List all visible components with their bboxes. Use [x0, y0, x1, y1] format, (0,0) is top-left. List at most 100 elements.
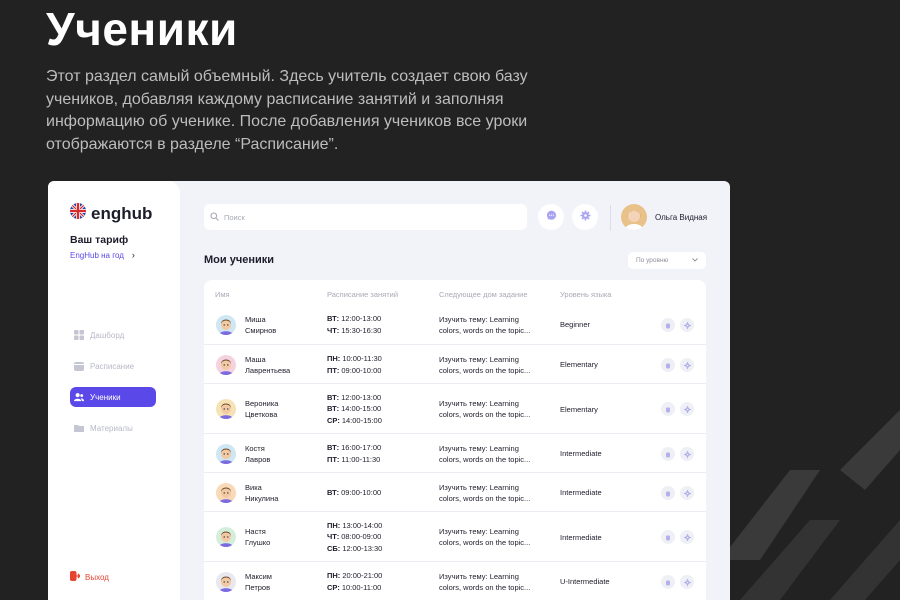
- user-name: Ольга Видная: [655, 213, 708, 222]
- archive-button[interactable]: [661, 484, 675, 502]
- student-settings-button[interactable]: [680, 317, 694, 332]
- page-headline: Ученики: [46, 3, 238, 55]
- archive-button[interactable]: [661, 530, 675, 544]
- sidebar-nav: Дашборд Расписание Ученики Материалы: [70, 325, 156, 449]
- archive-icon: [665, 528, 671, 546]
- student-last-name: Лаврентьева: [245, 365, 291, 375]
- student-schedule: ВТ: 12:00-13:00 ВТ: 14:00-15:00 СР: 14:00-15:…: [327, 392, 382, 427]
- schedule-day: ВТ:: [327, 404, 340, 414]
- gear-icon: [683, 573, 691, 591]
- student-last-name: Лавров: [245, 454, 271, 464]
- topbar-divider: [610, 205, 611, 231]
- schedule-entry: ПН: 10:00-11:30: [327, 353, 382, 365]
- table-header: Имя Расписание занятий Следующее дом зад…: [204, 290, 706, 302]
- table-row[interactable]: Настя Глушко ПН: 13:00-14:00 ЧТ: 08:00-09:00 С…: [204, 511, 706, 561]
- student-name[interactable]: Костя Лавров: [245, 443, 270, 465]
- logout-button[interactable]: Выход: [70, 571, 109, 583]
- table-row[interactable]: Миша Смирнов ВТ: 12:00-13:00 ЧТ: 15:30-16:30 И…: [204, 305, 706, 344]
- student-level: Intermediate: [560, 488, 602, 497]
- schedule-time: 10:00-11:00: [341, 582, 382, 592]
- archive-icon: [665, 356, 671, 374]
- student-name[interactable]: Маша Лаврентьева: [245, 354, 290, 376]
- table-row[interactable]: Вероника Цветкова ВТ: 12:00-13:00 ВТ: 14:00-1…: [204, 383, 706, 433]
- table-row[interactable]: Костя Лавров ВТ: 16:00-17:00 ПТ: 11:00-11:30 И…: [204, 433, 706, 472]
- plan-link[interactable]: EngHub на год ›: [70, 250, 135, 260]
- schedule-time: 14:00-15:00: [341, 404, 382, 414]
- decorative-arrows: [720, 410, 900, 600]
- table-row[interactable]: Вика Никулина ВТ: 09:00-10:00 Изучить тему: …: [204, 472, 706, 511]
- homework-line: Изучить тему: Learning: [439, 399, 519, 408]
- student-homework: Изучить тему: Learning colors, words on t…: [439, 482, 530, 504]
- schedule-entry: ВТ: 12:00-13:00: [327, 392, 382, 404]
- schedule-time: 10:00-11:30: [342, 354, 382, 363]
- student-settings-button[interactable]: [680, 573, 694, 591]
- archive-button[interactable]: [661, 356, 675, 374]
- homework-line: colors, words on the topic...: [439, 454, 531, 464]
- sidebar-item-schedule[interactable]: Расписание: [70, 356, 156, 376]
- settings-button[interactable]: [572, 204, 598, 230]
- sidebar-item-dashboard[interactable]: Дашборд: [70, 325, 156, 345]
- homework-line: colors, words on the topic...: [439, 325, 531, 335]
- student-name[interactable]: Вероника Цветкова: [245, 398, 278, 420]
- schedule-time: 15:30-16:30: [341, 325, 382, 335]
- table-row[interactable]: Максим Петров ПН: 20:00-21:00 СР: 10:00-11:00…: [204, 561, 706, 600]
- student-last-name: Никулина: [245, 493, 279, 503]
- student-avatar: [216, 314, 236, 335]
- student-avatar: [216, 482, 236, 503]
- homework-line: colors, words on the topic...: [439, 493, 531, 503]
- student-settings-button[interactable]: [680, 485, 694, 500]
- student-settings-button[interactable]: [680, 357, 694, 372]
- students-table: Имя Расписание занятий Следующее дом зад…: [204, 280, 706, 600]
- archive-button[interactable]: [661, 317, 675, 332]
- dashboard-icon: [74, 330, 84, 340]
- schedule-day: ПН:: [327, 520, 341, 530]
- student-homework: Изучить тему: Learning colors, words on t…: [439, 571, 530, 593]
- student-name[interactable]: Максим Петров: [245, 571, 272, 593]
- chat-button[interactable]: [538, 204, 564, 230]
- student-first-name: Вероника: [245, 399, 279, 408]
- schedule-entry: ПТ: 11:00-11:30: [327, 454, 381, 466]
- archive-button[interactable]: [661, 574, 675, 589]
- schedule-time: 08:00-09:00: [341, 532, 382, 542]
- table-row[interactable]: Маша Лаврентьева ПН: 10:00-11:30 ПТ: 09:00-10…: [204, 344, 706, 383]
- user-avatar[interactable]: [621, 204, 647, 230]
- student-name[interactable]: Миша Смирнов: [245, 314, 276, 336]
- student-name[interactable]: Настя Глушко: [245, 526, 270, 548]
- level-filter-select[interactable]: По уровню: [628, 252, 706, 269]
- logo[interactable]: enghub: [70, 203, 152, 224]
- archive-button[interactable]: [661, 446, 675, 461]
- schedule-day: ПТ:: [327, 454, 340, 464]
- chevron-right-icon: ›: [131, 250, 135, 260]
- student-level: Beginner: [560, 320, 591, 329]
- logout-label: Выход: [85, 572, 109, 582]
- student-first-name: Настя: [245, 527, 266, 536]
- archive-icon: [665, 484, 671, 502]
- student-name[interactable]: Вика Никулина: [245, 482, 278, 504]
- student-avatar: [216, 399, 236, 419]
- section-title: Мои ученики: [204, 254, 274, 266]
- student-schedule: ВТ: 12:00-13:00 ЧТ: 15:30-16:30: [327, 313, 381, 336]
- schedule-entry: ВТ: 09:00-10:00: [327, 487, 381, 499]
- schedule-time: 12:00-13:00: [341, 314, 382, 323]
- schedule-time: 09:00-10:00: [341, 365, 382, 375]
- student-settings-button[interactable]: [680, 402, 694, 416]
- schedule-day: ПН:: [327, 354, 341, 363]
- student-settings-button[interactable]: [680, 530, 694, 544]
- logout-icon: [70, 571, 81, 583]
- schedule-day: СР:: [327, 582, 340, 592]
- search-input[interactable]: [224, 212, 514, 222]
- schedule-day: ПТ:: [327, 365, 340, 375]
- homework-line: Изучить тему: Learning: [439, 314, 519, 324]
- schedule-entry: ВТ: 14:00-15:00: [327, 403, 382, 415]
- student-settings-button[interactable]: [680, 446, 694, 461]
- schedule-day: ВТ:: [327, 392, 340, 402]
- search-box[interactable]: [204, 204, 527, 230]
- sidebar-item-materials[interactable]: Материалы: [70, 418, 156, 438]
- student-schedule: ВТ: 16:00-17:00 ПТ: 11:00-11:30: [327, 442, 381, 465]
- intro-text: Этот раздел самый объемный. Здесь учител…: [46, 68, 528, 153]
- schedule-day: ВТ:: [327, 487, 340, 497]
- sidebar-item-students[interactable]: Ученики: [70, 387, 156, 407]
- schedule-time: 16:00-17:00: [341, 443, 382, 452]
- app-window: enghub Ваш тариф EngHub на год › Дашборд…: [48, 181, 730, 600]
- archive-button[interactable]: [661, 402, 675, 416]
